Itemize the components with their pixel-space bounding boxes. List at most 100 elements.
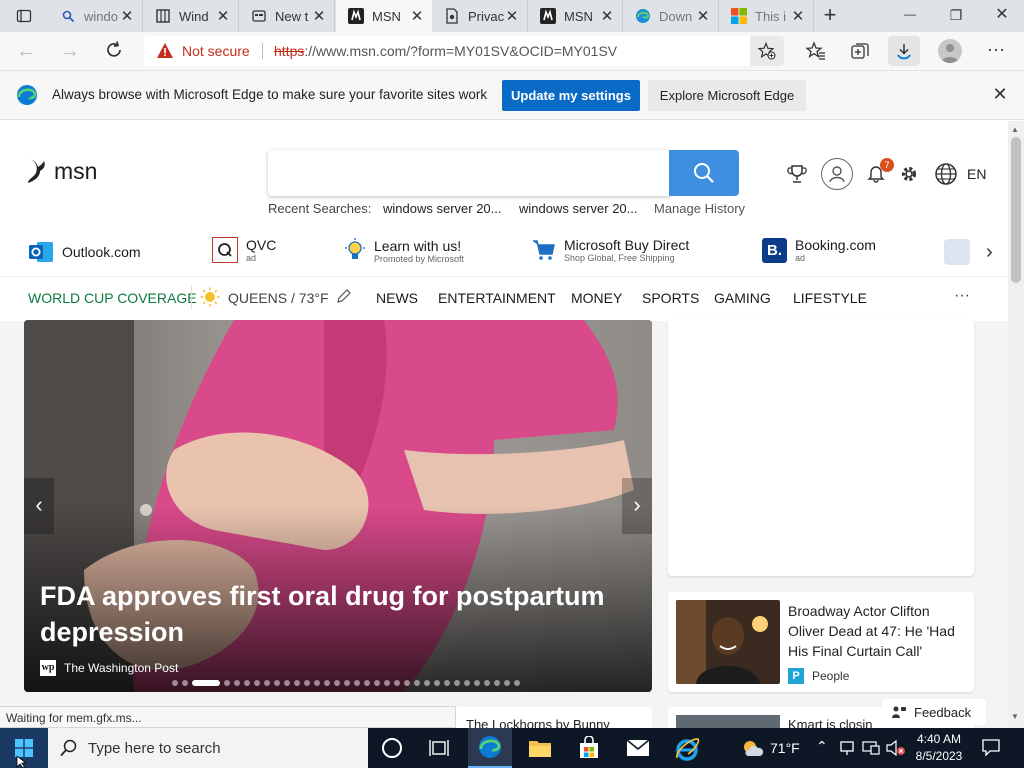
close-window-button[interactable]: ✕ [980,0,1024,30]
carousel-dots[interactable] [172,679,524,687]
tab-8[interactable]: This i ✕ [719,0,814,32]
new-tab-button[interactable]: + [818,4,842,28]
scroll-thumb[interactable] [1011,137,1021,283]
carousel-dot[interactable] [354,680,360,686]
clock[interactable]: 4:40 AM 8/5/2023 [910,731,968,765]
nav-money[interactable]: MONEY [571,290,622,306]
hero-prev-button[interactable]: ‹ [24,478,54,534]
close-tab-icon[interactable]: ✕ [600,7,614,25]
address-bar[interactable]: Not secure https://www.msn.com/?form=MY0… [144,36,784,66]
hero-source[interactable]: wp The Washington Post [40,660,178,676]
nav-gaming[interactable]: GAMING [714,290,771,306]
tab-actions-button[interactable] [8,6,40,26]
refresh-button[interactable] [104,40,128,64]
nav-entertainment[interactable]: ENTERTAINMENT [438,290,556,306]
msn-search-button[interactable] [669,150,739,196]
quicklink-qvc[interactable]: QVC ad [212,237,276,263]
carousel-dot[interactable] [394,680,400,686]
forward-button[interactable]: → [58,40,82,64]
carousel-dot[interactable] [274,680,280,686]
scroll-down-arrow[interactable]: ▼ [1011,712,1019,721]
close-tab-icon[interactable]: ✕ [216,7,230,25]
carousel-dot[interactable] [504,680,510,686]
page-scrollbar[interactable]: ▲ ▼ [1008,121,1024,728]
cortana-button[interactable] [382,738,402,758]
carousel-dot[interactable] [474,680,480,686]
hero-next-button[interactable]: › [622,478,652,534]
not-secure-label[interactable]: Not secure [182,43,250,59]
quicklink-learn[interactable]: Learn with us! Promoted by Microsoft [342,237,464,265]
carousel-dot[interactable] [514,680,520,686]
collections-button[interactable] [850,41,870,66]
display-icon[interactable] [862,741,880,760]
carousel-dot[interactable] [234,680,240,686]
carousel-dot[interactable] [424,680,430,686]
favorites-button[interactable] [805,41,826,66]
carousel-dot[interactable] [334,680,340,686]
maximize-button[interactable]: ❐ [934,0,978,30]
carousel-dot[interactable] [344,680,350,686]
update-settings-button[interactable]: Update my settings [502,80,640,111]
profile-avatar[interactable] [938,39,962,63]
taskbar-search-box[interactable]: Type here to search [48,728,368,768]
carousel-dot[interactable] [284,680,290,686]
nav-more-button[interactable]: ··· [954,287,970,305]
quicklink-buy-direct[interactable]: Microsoft Buy Direct Shop Global, Free S… [532,237,689,263]
carousel-dot[interactable] [494,680,500,686]
notifications-button[interactable]: 7 [866,158,894,187]
weather-widget[interactable]: 71°F [740,738,800,758]
taskbar-ie[interactable] [674,736,700,767]
close-infobar-button[interactable]: ✕ [990,85,1010,105]
close-tab-icon[interactable]: ✕ [410,7,424,25]
carousel-dot[interactable] [444,680,450,686]
carousel-dot[interactable] [464,680,470,686]
carousel-dot[interactable] [264,680,270,686]
msn-settings-button[interactable] [898,163,920,190]
manage-history-link[interactable]: Manage History [654,201,745,216]
carousel-dot[interactable] [224,680,230,686]
tab-5[interactable]: Privac ✕ [432,0,528,32]
nav-weather[interactable]: QUEENS / 73°F [228,290,329,306]
tab-2[interactable]: Wind ✕ [143,0,239,32]
quicklink-outlook[interactable]: Outlook.com [28,239,141,265]
tab-4-active[interactable]: MSN ✕ [336,0,432,32]
hero-headline[interactable]: FDA approves first oral drug for postpar… [40,578,620,650]
close-tab-icon[interactable]: ✕ [120,7,134,25]
nav-lifestyle[interactable]: LIFESTYLE [793,290,867,306]
carousel-dot[interactable] [294,680,300,686]
carousel-dot[interactable] [374,680,380,686]
carousel-dot[interactable] [182,680,188,686]
sign-in-button[interactable] [821,158,853,190]
url-text[interactable]: https://www.msn.com/?form=MY01SV&OCID=MY… [274,43,617,59]
carousel-dot[interactable] [254,680,260,686]
carousel-dot[interactable] [404,680,410,686]
side-story-card[interactable]: Broadway Actor Clifton Oliver Dead at 47… [668,592,974,692]
settings-more-button[interactable]: ··· [984,38,1008,62]
carousel-dot[interactable] [192,680,220,686]
scroll-up-arrow[interactable]: ▲ [1011,125,1019,134]
task-view-button[interactable] [428,738,450,763]
close-tab-icon[interactable]: ✕ [312,7,326,25]
add-favorite-button[interactable] [750,36,784,66]
quicklink-booking[interactable]: B. Booking.com ad [762,237,876,263]
nav-world-cup[interactable]: WORLD CUP COVERAGE [28,290,197,306]
quicklinks-next-button[interactable]: › [986,239,1006,265]
tab-7[interactable]: Down ✕ [623,0,719,32]
carousel-dot[interactable] [314,680,320,686]
carousel-dot[interactable] [414,680,420,686]
carousel-dot[interactable] [324,680,330,686]
tab-6[interactable]: MSN ✕ [528,0,623,32]
carousel-dot[interactable] [454,680,460,686]
taskbar-store[interactable] [578,735,600,765]
nav-news[interactable]: NEWS [376,290,418,306]
tab-3[interactable]: New t ✕ [239,0,335,32]
close-tab-icon[interactable]: ✕ [505,7,519,25]
close-tab-icon[interactable]: ✕ [696,7,710,25]
carousel-dot[interactable] [384,680,390,686]
taskbar-mail[interactable] [626,739,650,762]
network-icon[interactable] [840,740,854,761]
downloads-button[interactable] [888,36,920,66]
tab-1[interactable]: windo ✕ [48,0,143,32]
minimize-button[interactable]: — [888,0,932,30]
show-hidden-icons[interactable]: ⌃ [816,738,828,755]
